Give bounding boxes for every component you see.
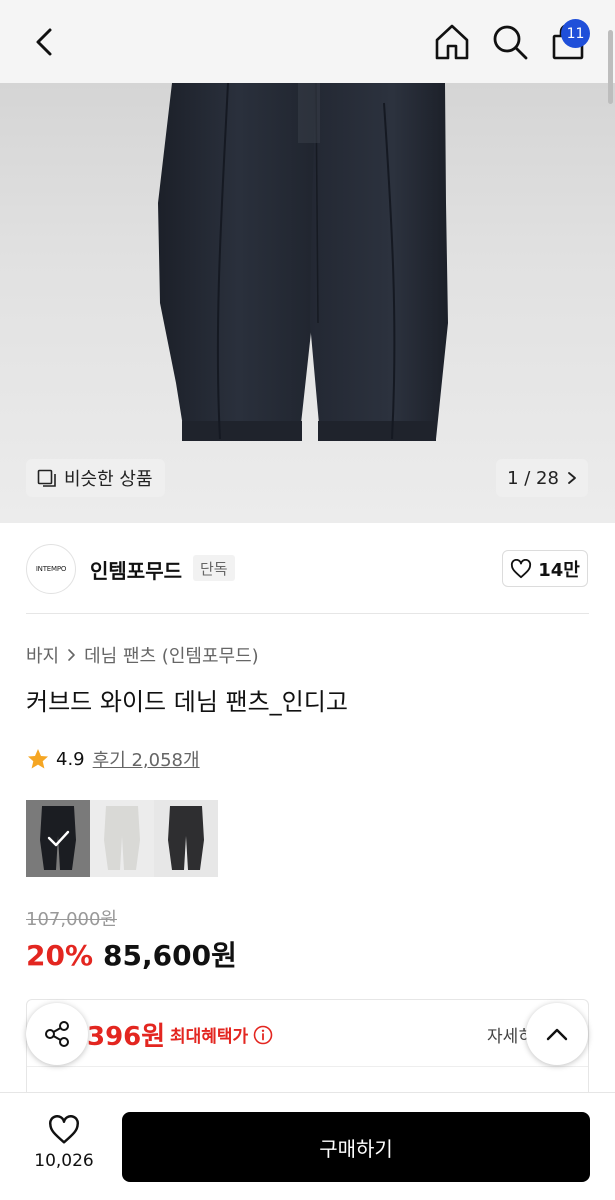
similar-products-button[interactable]: 비슷한 상품: [26, 459, 165, 497]
cart-count-badge: 11: [561, 19, 590, 48]
search-icon[interactable]: [488, 20, 532, 64]
check-icon: [47, 830, 70, 847]
share-button[interactable]: [26, 1003, 88, 1065]
pager-text: 1 / 28: [507, 467, 559, 489]
color-swatches: [26, 800, 218, 877]
chevron-up-icon: [546, 1028, 568, 1041]
wishlist-button[interactable]: 10,026: [26, 1115, 102, 1179]
wishlist-count: 10,026: [34, 1151, 94, 1171]
brand-exclusive-tag: 단독: [193, 555, 235, 581]
divider: [27, 1066, 588, 1067]
swatch-thumbnail: [104, 806, 140, 870]
chevron-right-icon: [568, 472, 576, 484]
back-icon[interactable]: [22, 22, 66, 62]
product-image: [158, 83, 448, 441]
buy-button[interactable]: 구매하기: [122, 1112, 590, 1182]
color-swatch-charcoal[interactable]: [154, 800, 218, 877]
price-row: 20% 85,600원: [26, 934, 237, 974]
review-count-link[interactable]: 후기 2,058개: [93, 746, 200, 772]
brand-logo[interactable]: INTEMPO: [26, 544, 76, 594]
swatch-thumbnail: [168, 806, 204, 870]
discount-rate: 20%: [26, 939, 94, 972]
top-navigation-bar: [0, 0, 615, 83]
color-swatch-ivory[interactable]: [90, 800, 154, 877]
rating-score: 4.9: [56, 748, 85, 770]
image-pager[interactable]: 1 / 28: [496, 459, 588, 497]
heart-icon: [49, 1115, 79, 1144]
brand-row: INTEMPO 인템포무드 단독 14만: [0, 523, 615, 614]
sale-price: 85,600원: [103, 939, 237, 972]
benefit-price: 396원: [87, 1022, 166, 1052]
bottom-action-bar: 10,026 구매하기: [0, 1092, 615, 1200]
brand-like-button[interactable]: 14만: [502, 550, 588, 587]
copy-icon: [37, 469, 56, 487]
color-swatch-black[interactable]: [26, 800, 90, 877]
original-price: 107,000원: [26, 909, 117, 930]
benefit-label-text: 최대혜택가: [170, 1027, 249, 1047]
product-image-gallery[interactable]: 비슷한 상품 1 / 28: [0, 83, 615, 523]
heart-icon: [511, 558, 532, 578]
benefit-label: 최대혜택가: [170, 1022, 273, 1047]
scrollbar[interactable]: [608, 30, 613, 104]
breadcrumb-subcategory[interactable]: 데님 팬츠 (인템포무드): [84, 642, 259, 668]
divider: [26, 613, 589, 614]
product-title: 커브드 와이드 데님 팬츠_인디고: [26, 688, 348, 716]
max-benefit-box[interactable]: 396원 최대혜택가 자세히: [26, 999, 589, 1099]
brand-logo-text: INTEMPO: [35, 565, 67, 573]
star-icon: [28, 749, 48, 769]
info-icon[interactable]: [253, 1025, 273, 1045]
breadcrumb: 바지 데님 팬츠 (인템포무드): [26, 642, 259, 668]
scroll-to-top-button[interactable]: [526, 1003, 588, 1065]
product-rating: 4.9 후기 2,058개: [26, 746, 200, 772]
share-icon: [45, 1021, 69, 1047]
brand-name[interactable]: 인템포무드: [90, 555, 182, 584]
brand-like-count: 14만: [538, 559, 580, 581]
chevron-right-icon: [68, 649, 75, 661]
home-icon[interactable]: [430, 20, 474, 64]
breadcrumb-category[interactable]: 바지: [26, 642, 59, 668]
similar-products-label: 비슷한 상품: [64, 469, 153, 490]
